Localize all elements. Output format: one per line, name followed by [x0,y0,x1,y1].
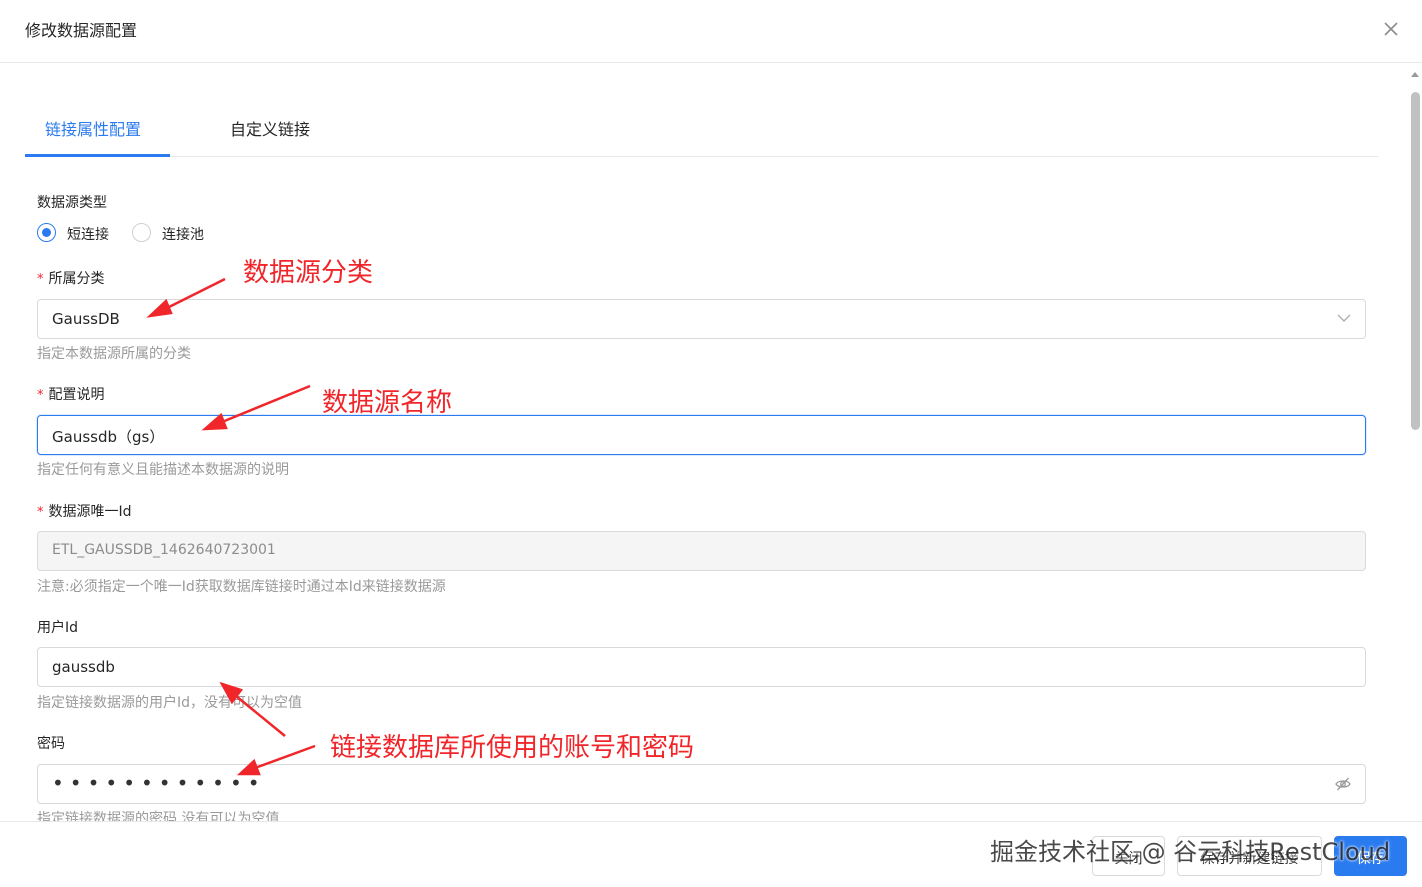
category-label-text: 所属分类 [48,271,105,287]
watermark: 掘金技术社区 @ 谷云科技RestCloud [990,838,1391,866]
tab-custom-link[interactable]: 自定义链接 [230,116,310,140]
required-mark: * [37,272,44,287]
scrollbar-thumb[interactable] [1411,92,1420,430]
user-id-label: 用户Id [37,620,79,636]
user-id-value: gaussdb [52,658,115,676]
scroll-up-arrow-icon[interactable] [1411,72,1419,77]
radio-short-connection[interactable] [37,223,56,242]
required-mark: * [37,388,44,403]
category-value: GaussDB [52,310,120,328]
radio-connection-pool-label[interactable]: 连接池 [162,224,204,244]
password-masked-value: •••••••••••• [52,771,266,795]
ds-id-value: ETL_GAUSSDB_1462640723001 [52,542,276,558]
category-help: 指定本数据源所属的分类 [37,346,191,362]
annotation-category: 数据源分类 [243,258,374,288]
tab-link-properties[interactable]: 链接属性配置 [45,116,141,140]
dialog-title: 修改数据源配置 [25,21,138,40]
scrollbar[interactable] [1408,70,1422,820]
category-label: * 所属分类 [37,268,105,288]
radio-short-connection-label[interactable]: 短连接 [67,224,109,244]
user-id-help: 指定链接数据源的用户Id，没有可以为空值 [37,695,303,711]
chevron-down-icon [1337,314,1351,322]
eye-off-icon[interactable] [1334,775,1352,793]
category-select[interactable]: GaussDB [37,299,1366,339]
tab-bar: 链接属性配置 自定义链接 [25,100,1378,157]
desc-label-text: 配置说明 [48,387,105,403]
password-input[interactable]: •••••••••••• [37,764,1366,804]
ds-id-help: 注意:必须指定一个唯一Id获取数据库链接时通过本Id来链接数据源 [37,579,446,595]
ds-id-label: * 数据源唯一Id [37,501,132,521]
ds-id-input: ETL_GAUSSDB_1462640723001 [37,531,1366,571]
password-label: 密码 [37,736,65,752]
annotation-name: 数据源名称 [322,388,453,418]
desc-label: * 配置说明 [37,384,105,404]
user-id-input[interactable]: gaussdb [37,647,1366,687]
desc-help: 指定任何有意义且能描述本数据源的说明 [37,462,289,478]
annotation-account-password: 链接数据库所使用的账号和密码 [330,733,695,763]
active-tab-indicator [25,154,170,157]
ds-id-label-text: 数据源唯一Id [48,504,132,520]
required-mark: * [37,505,44,520]
radio-connection-pool[interactable] [132,223,151,242]
desc-input[interactable]: Gaussdb（gs） [37,415,1366,455]
dialog-header: 修改数据源配置 [0,0,1422,63]
desc-value: Gaussdb（gs） [52,428,165,446]
close-icon[interactable] [1380,18,1402,40]
ds-type-label: 数据源类型 [37,195,107,211]
